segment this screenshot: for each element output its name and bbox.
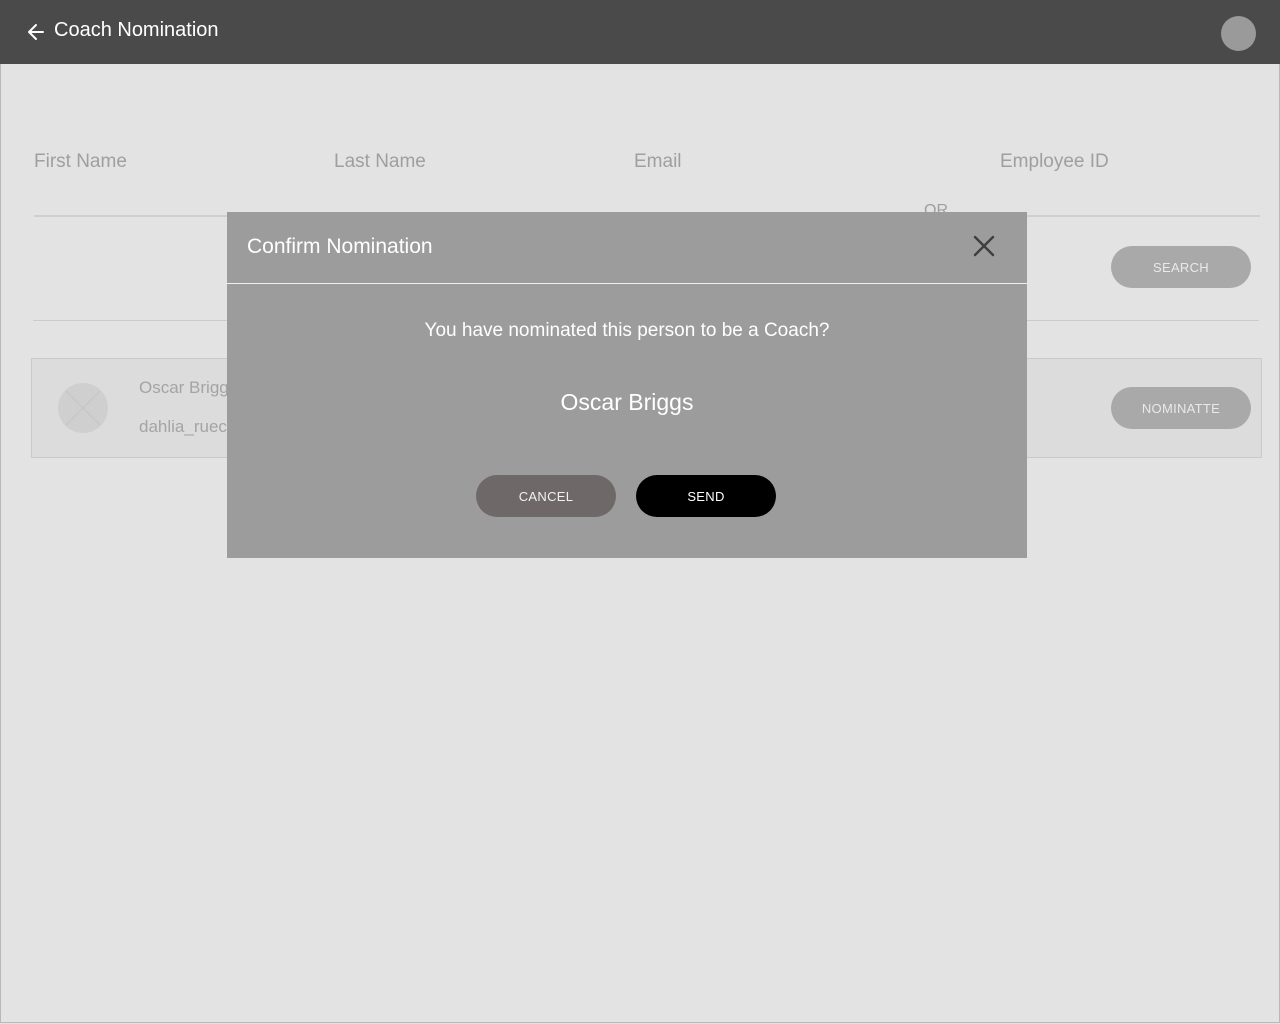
dialog-message: You have nominated this person to be a C… <box>424 320 830 341</box>
nominee-name: Oscar Briggs <box>560 389 694 415</box>
dialog-header: Confirm Nomination <box>227 212 1027 284</box>
employee-id-field[interactable]: Employee ID <box>1000 151 1109 173</box>
close-button[interactable] <box>969 231 999 261</box>
nominate-button[interactable]: NOMINATTE <box>1111 387 1251 429</box>
user-avatar[interactable] <box>1221 16 1256 51</box>
arrow-left-icon <box>28 24 44 40</box>
search-button[interactable]: SEARCH <box>1111 246 1251 288</box>
close-icon <box>973 235 995 257</box>
result-avatar <box>58 383 108 433</box>
confirm-nomination-dialog: Confirm Nomination You have nominated th… <box>227 212 1027 558</box>
back-button[interactable] <box>22 20 50 44</box>
result-email: dahlia_rueck <box>139 417 236 436</box>
send-button[interactable]: SEND <box>636 475 776 517</box>
last-name-field[interactable]: Last Name <box>334 151 426 173</box>
email-field[interactable]: Email <box>634 151 682 173</box>
result-name: Oscar Briggs <box>139 378 238 397</box>
placeholder-avatar-icon <box>65 390 101 426</box>
first-name-field[interactable]: First Name <box>34 151 127 173</box>
cancel-button[interactable]: CANCEL <box>476 475 616 517</box>
page-title: Coach Nomination <box>54 19 219 41</box>
app-bar: Coach Nomination <box>0 0 1280 64</box>
dialog-title: Confirm Nomination <box>247 235 433 258</box>
